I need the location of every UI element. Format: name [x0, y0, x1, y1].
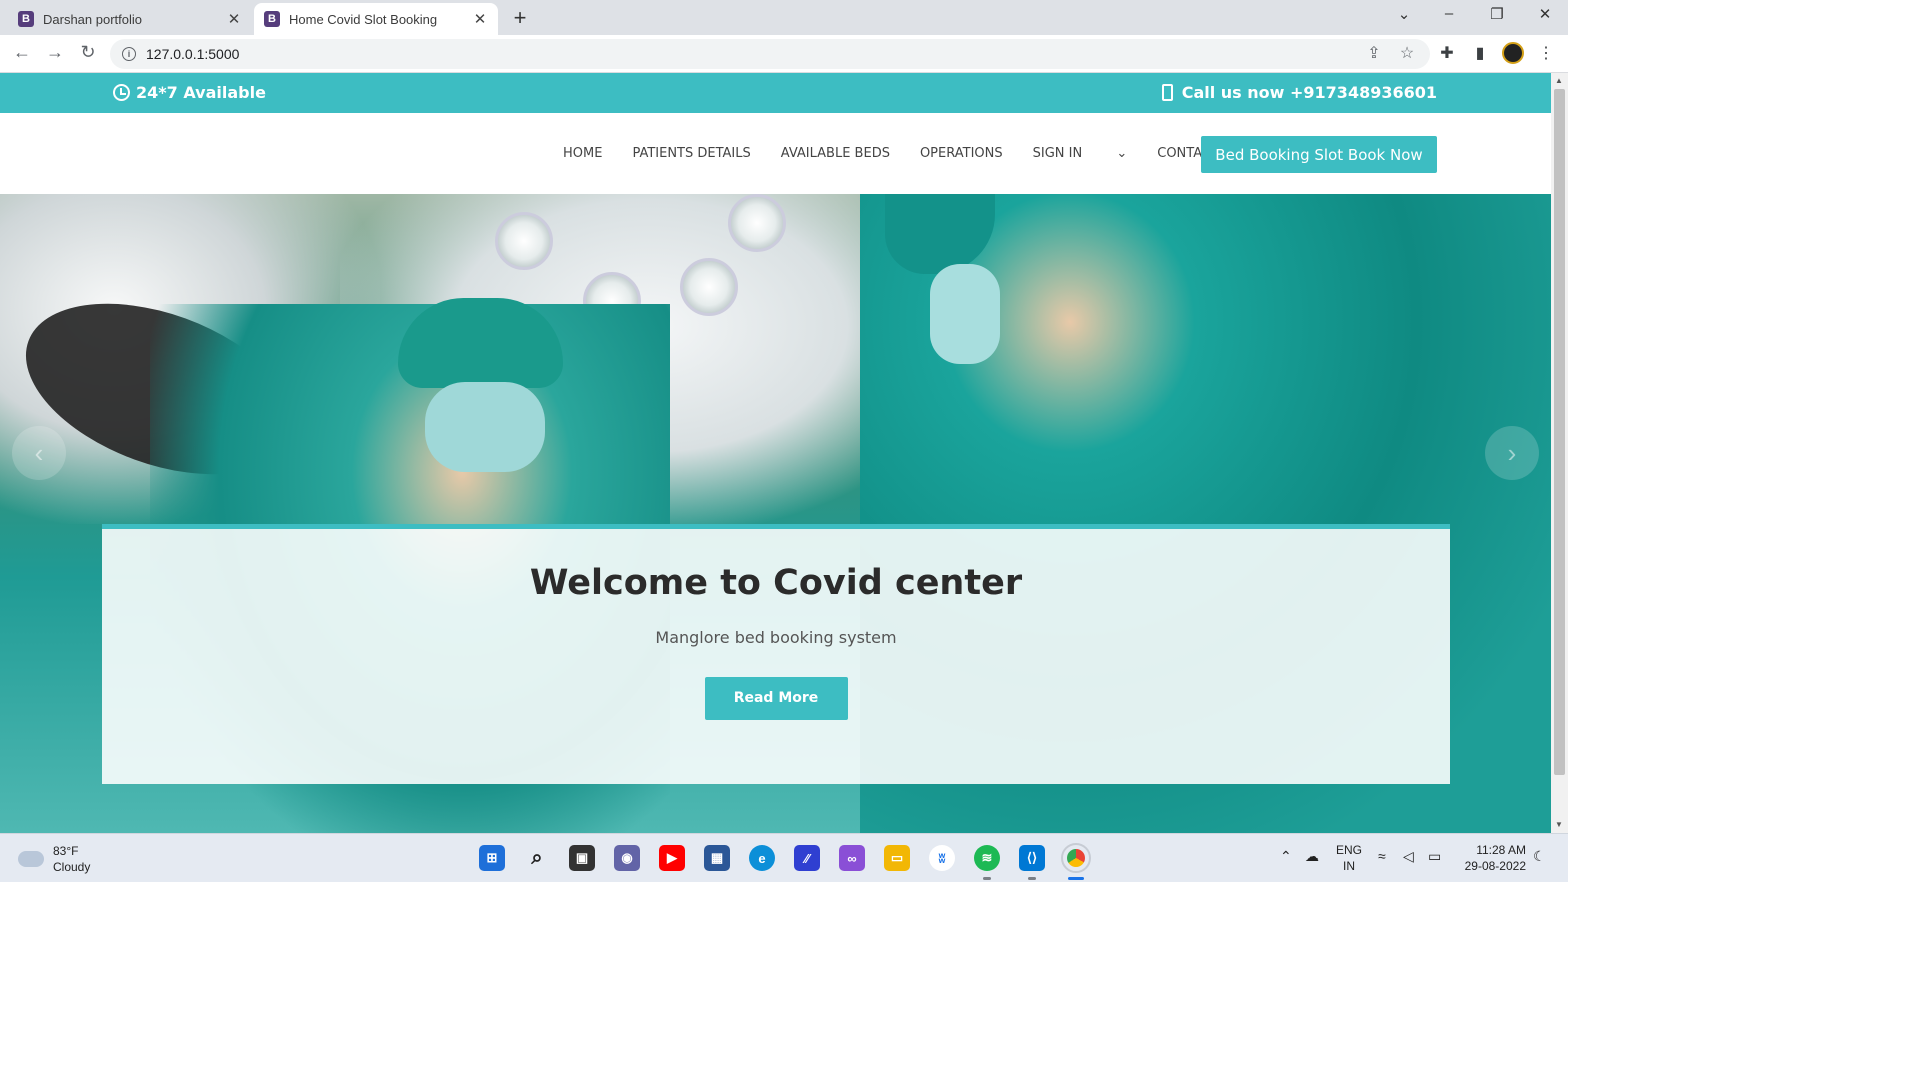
- nav-operations[interactable]: OPERATIONS: [920, 146, 1003, 161]
- surgical-light: [728, 194, 786, 252]
- chrome-icon[interactable]: [1061, 843, 1091, 873]
- site-topbar: 24*7 Available Call us now +917348936601: [0, 73, 1551, 113]
- address-bar[interactable]: i 127.0.0.1:5000: [110, 39, 1430, 69]
- close-tab-icon[interactable]: ✕: [472, 10, 488, 28]
- back-icon[interactable]: ←: [10, 42, 34, 63]
- running-indicator: [983, 877, 991, 880]
- forward-icon[interactable]: →: [43, 42, 67, 63]
- nav-patients-details[interactable]: PATIENTS DETAILS: [632, 146, 750, 161]
- microsoft-store-icon[interactable]: ▦: [704, 845, 730, 871]
- bootstrap-favicon-icon: B: [18, 11, 34, 27]
- bookmark-star-icon[interactable]: ☆: [1396, 43, 1418, 63]
- extensions-icon[interactable]: ✚: [1436, 43, 1458, 63]
- app-icon[interactable]: ʬ: [929, 845, 955, 871]
- clock-icon: [113, 84, 130, 101]
- phone-text: Call us now +917348936601: [1181, 83, 1437, 102]
- hero-caption-box: Welcome to Covid center Manglore bed boo…: [102, 524, 1450, 784]
- tab-darshan-portfolio[interactable]: B Darshan portfolio ✕: [8, 3, 252, 35]
- phone-info: Call us now +917348936601: [1161, 83, 1437, 102]
- cloudy-icon: [18, 851, 44, 867]
- phone-icon: [1161, 84, 1173, 101]
- carousel-next-arrow-icon[interactable]: ›: [1485, 426, 1539, 480]
- weather-desc: Cloudy: [53, 860, 91, 874]
- battery-icon[interactable]: ▭: [1428, 848, 1441, 864]
- new-tab-icon[interactable]: +: [508, 5, 532, 31]
- visual-studio-icon[interactable]: ∞: [839, 845, 865, 871]
- nav-sign-in-label: SIGN IN: [1032, 146, 1083, 161]
- volume-icon[interactable]: ◁: [1403, 848, 1414, 864]
- close-window-icon[interactable]: ✕: [1530, 5, 1560, 23]
- site-navbar: HOME PATIENTS DETAILS AVAILABLE BEDS OPE…: [0, 113, 1551, 194]
- site-info-icon[interactable]: i: [122, 47, 136, 61]
- lang-bottom: IN: [1343, 859, 1355, 873]
- availability-info: 24*7 Available: [113, 83, 266, 102]
- onedrive-icon[interactable]: ☁: [1305, 848, 1319, 864]
- show-hidden-icons-icon[interactable]: ⌃: [1280, 848, 1292, 864]
- hero-image-cap: [398, 298, 563, 388]
- tab-search-icon[interactable]: ⌄: [1389, 5, 1419, 23]
- date-text: 29-08-2022: [1464, 859, 1526, 873]
- menu-kebab-icon[interactable]: ⋮: [1535, 43, 1557, 63]
- availability-text: 24*7 Available: [136, 83, 266, 102]
- task-view-icon[interactable]: ▣: [569, 845, 595, 871]
- carousel-prev-arrow-icon[interactable]: ‹: [12, 426, 66, 480]
- url-text: 127.0.0.1:5000: [146, 46, 240, 62]
- vscode-icon[interactable]: ⟨⟩: [1019, 845, 1045, 871]
- chevron-down-icon: ⌄: [1116, 146, 1128, 161]
- web-page: 24*7 Available Call us now +917348936601…: [0, 73, 1551, 833]
- scroll-down-icon[interactable]: ▼: [1555, 820, 1563, 829]
- windows-taskbar: 83°F Cloudy ⊞ ⌕ ▣ ◉ ▶ ▦ e ∕∕ ∞ ▭ ʬ ≋ ⟨⟩ …: [0, 833, 1568, 882]
- hero-image-mask: [425, 382, 545, 472]
- weather-temp: 83°F: [53, 844, 79, 858]
- tab-home-covid-slot-booking[interactable]: B Home Covid Slot Booking ✕: [254, 3, 498, 35]
- file-explorer-icon[interactable]: ▭: [884, 845, 910, 871]
- windows-start-icon[interactable]: ⊞: [479, 845, 505, 871]
- edge-icon[interactable]: e: [749, 845, 775, 871]
- share-icon[interactable]: ⇪: [1363, 43, 1385, 63]
- scroll-up-icon[interactable]: ▲: [1555, 76, 1563, 85]
- notifications-icon[interactable]: ☾: [1533, 848, 1546, 864]
- search-icon[interactable]: ⌕: [524, 845, 550, 871]
- minimize-icon[interactable]: –: [1434, 5, 1464, 22]
- nav-home[interactable]: HOME: [563, 146, 602, 161]
- side-panel-icon[interactable]: ▮: [1469, 43, 1491, 63]
- nav-sign-in[interactable]: SIGN IN ⌄: [1033, 146, 1128, 161]
- restore-icon[interactable]: ❐: [1482, 5, 1512, 23]
- close-tab-icon[interactable]: ✕: [226, 10, 242, 28]
- read-more-button[interactable]: Read More: [704, 677, 848, 720]
- wifi-icon[interactable]: ≈: [1378, 848, 1386, 864]
- nav-menu: HOME PATIENTS DETAILS AVAILABLE BEDS OPE…: [563, 146, 1249, 161]
- tab-title: Home Covid Slot Booking: [289, 11, 438, 27]
- nav-available-beds[interactable]: AVAILABLE BEDS: [781, 146, 890, 161]
- hero-subtitle: Manglore bed booking system: [655, 628, 897, 647]
- clock[interactable]: 11:28 AM 29-08-2022: [1458, 842, 1526, 874]
- scrollbar-thumb[interactable]: [1554, 89, 1565, 775]
- bootstrap-favicon-icon: B: [264, 11, 280, 27]
- lang-top: ENG: [1336, 843, 1363, 857]
- page-scrollbar[interactable]: ▲ ▼: [1551, 73, 1568, 833]
- surgical-light: [495, 212, 553, 270]
- profile-avatar-icon[interactable]: [1502, 42, 1524, 64]
- tab-title: Darshan portfolio: [43, 11, 142, 27]
- book-now-button[interactable]: Bed Booking Slot Book Now: [1201, 136, 1437, 173]
- app-icon[interactable]: ∕∕: [794, 845, 820, 871]
- active-indicator: [1068, 877, 1084, 880]
- youtube-icon[interactable]: ▶: [659, 845, 685, 871]
- browser-toolbar: ← → ↻ i 127.0.0.1:5000 ⇪ ☆ ✚ ▮ ⋮: [0, 35, 1568, 73]
- teams-chat-icon[interactable]: ◉: [614, 845, 640, 871]
- hero-carousel: ‹ › Welcome to Covid center Manglore bed…: [0, 194, 1551, 833]
- time-text: 11:28 AM: [1476, 843, 1526, 857]
- running-indicator: [1028, 877, 1036, 880]
- spotify-icon[interactable]: ≋: [974, 845, 1000, 871]
- weather-widget[interactable]: 83°F Cloudy: [18, 843, 90, 875]
- browser-tab-bar: B Darshan portfolio ✕ B Home Covid Slot …: [0, 0, 1568, 35]
- surgical-light: [680, 258, 738, 316]
- language-indicator[interactable]: ENG IN: [1336, 842, 1362, 874]
- reload-icon[interactable]: ↻: [76, 42, 100, 63]
- hero-image-mask: [930, 264, 1000, 364]
- hero-title: Welcome to Covid center: [529, 563, 1023, 603]
